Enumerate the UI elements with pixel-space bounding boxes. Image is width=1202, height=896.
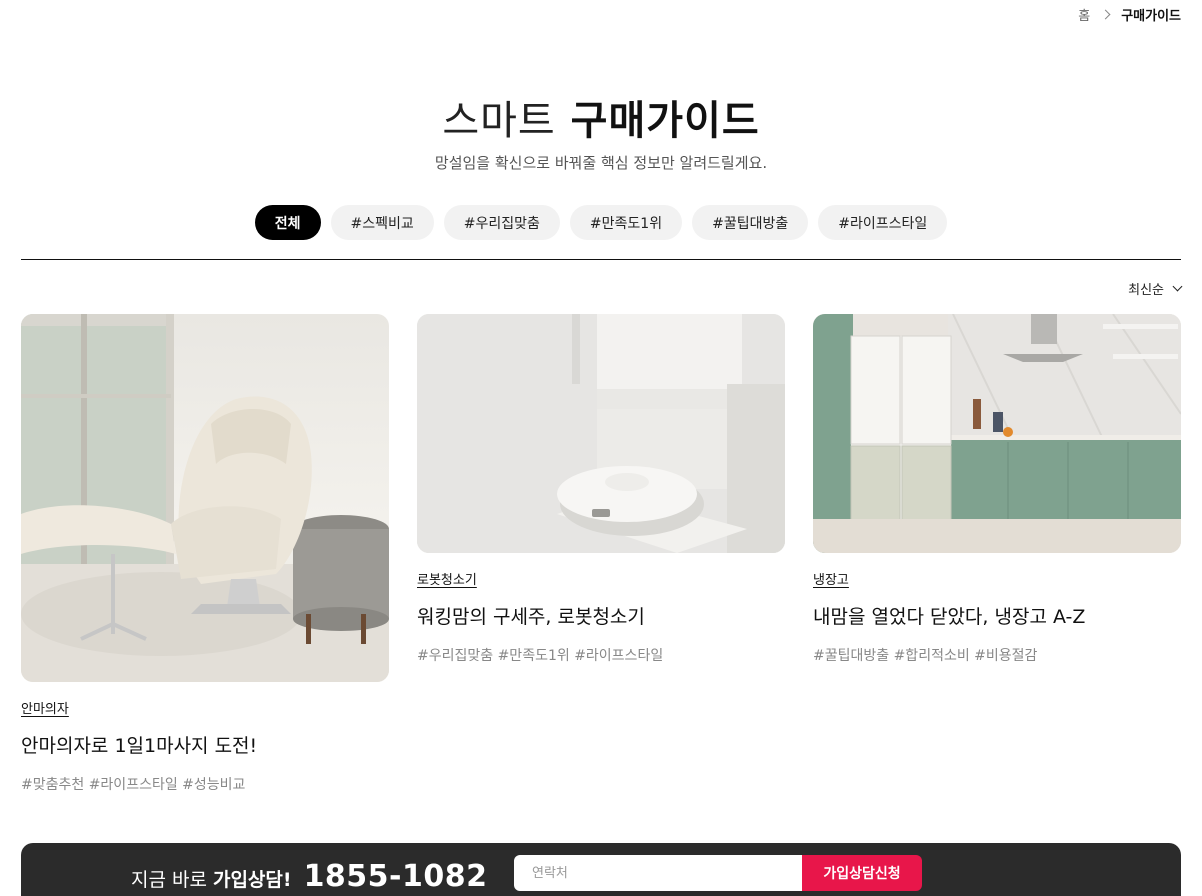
sort-label: 최신순 [1128,283,1164,298]
banner-lead-strong: 가입상담! [212,869,292,891]
page-title-light: 스마트 [442,98,556,144]
banner-lead-text: 지금 바로 [131,869,207,891]
page-subtitle: 망설임을 확신으로 바꿔줄 핵심 정보만 알려드릴게요. [434,154,768,172]
chevron-down-icon [1172,281,1183,292]
tag-top-satisfaction[interactable]: #만족도1위 [569,205,683,240]
guide-card-robot-vacuum[interactable]: 로봇청소기 워킹맘의 구세주, 로봇청소기 #우리집맞춤 #만족도1위 #라이프… [417,314,785,665]
guide-card-refrigerator[interactable]: 냉장고 내맘을 열었다 닫았다, 냉장고 A-Z #꿀팁대방출 #합리적소비 #… [813,314,1181,665]
consultation-banner: 지금 바로 가입상담! 1855-1082 가입상담신청 [21,843,1181,896]
tag-home-fit[interactable]: #우리집맞춤 [443,205,560,240]
card-title[interactable]: 내맘을 열었다 닫았다, 냉장고 A-Z [813,602,1181,629]
breadcrumb-current: 구매가이드 [1121,9,1181,24]
refrigerator-image[interactable] [813,314,1181,553]
card-hashtags: #우리집맞춤 #만족도1위 #라이프스타일 [417,648,664,664]
massage-chair-image[interactable] [21,314,389,682]
tag-filter-bar: 전체 #스펙비교 #우리집맞춤 #만족도1위 #꿀팁대방출 #라이프스타일 [0,205,1202,240]
card-category[interactable]: 안마의자 [21,698,69,717]
signup-consult-button[interactable]: 가입상담신청 [802,855,922,891]
contact-input[interactable] [514,855,804,891]
tag-tips[interactable]: #꿀팁대방출 [692,205,809,240]
card-category[interactable]: 로봇청소기 [417,569,477,588]
chevron-right-icon [1100,9,1111,20]
guide-card-massage-chair[interactable]: 안마의자 안마의자로 1일1마사지 도전! #맞춤추천 #라이프스타일 #성능비… [21,314,389,794]
card-category[interactable]: 냉장고 [813,569,849,588]
page-title: 스마트 구매가이드 [0,88,1202,146]
card-hashtags: #꿀팁대방출 #합리적소비 #비용절감 [813,648,1038,664]
card-title[interactable]: 안마의자로 1일1마사지 도전! [21,731,389,758]
page-title-bold: 구매가이드 [570,98,760,144]
card-title[interactable]: 워킹맘의 구세주, 로봇청소기 [417,602,785,629]
breadcrumb-home-link[interactable]: 홈 [1078,5,1090,24]
banner-phone-number[interactable]: 1855-1082 [304,859,488,894]
banner-lead: 지금 바로 가입상담! 1855-1082 [131,859,488,894]
breadcrumb: 홈 구매가이드 [1078,5,1181,24]
section-divider [21,259,1181,260]
sort-dropdown[interactable]: 최신순 [1128,279,1183,298]
tag-spec-compare[interactable]: #스펙비교 [330,205,434,240]
robot-vacuum-image[interactable] [417,314,785,553]
tag-all[interactable]: 전체 [254,205,321,240]
card-hashtags: #맞춤추천 #라이프스타일 #성능비교 [21,777,246,793]
tag-lifestyle[interactable]: #라이프스타일 [818,205,948,240]
